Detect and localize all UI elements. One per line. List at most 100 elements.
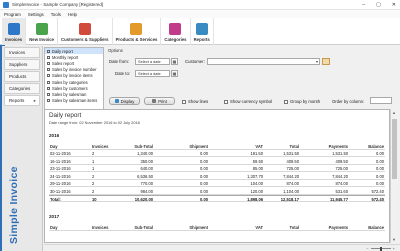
column-header: Balance <box>368 143 384 149</box>
toolbar-new-invoice-button[interactable]: New Invoice <box>26 18 59 45</box>
zoom-knob[interactable] <box>379 246 382 251</box>
close-button[interactable]: ✕ <box>392 2 396 8</box>
cell-total: 874.00 <box>286 181 299 186</box>
order-by-select[interactable] <box>370 97 392 104</box>
report-item-label: Sales by invoice items <box>52 73 93 79</box>
menu-settings[interactable]: Settings <box>28 12 44 17</box>
calendar-to-button[interactable]: ▦ <box>171 70 178 77</box>
cell-balance: 0.00 <box>376 181 384 186</box>
toolbar-label: Categories <box>164 37 187 42</box>
zoom-slider[interactable] <box>370 246 391 251</box>
date-to-input[interactable]: Select a date <box>135 70 170 77</box>
show-currency-checkbox[interactable]: Show currency symbol <box>224 99 272 104</box>
table-header: Day Invoices Sub-Total Shipment VAT Tota… <box>49 142 385 150</box>
column-header: Sub-Total <box>134 224 153 230</box>
report-table-2017: Day Invoices Sub-Total Shipment VAT Tota… <box>49 223 385 231</box>
report-item-icon <box>47 61 50 65</box>
scroll-down-icon[interactable]: ▼ <box>392 237 396 242</box>
cell-subtotal: 984.00 <box>140 188 153 194</box>
cell-invoices: 2 <box>92 188 95 194</box>
column-header: Balance <box>368 224 384 230</box>
column-header: Invoices <box>92 224 109 230</box>
report-item-icon <box>47 55 50 59</box>
nav-categories[interactable]: Categories <box>4 83 40 94</box>
toolbar-customers-button[interactable]: Customers & Suppliers <box>58 18 113 45</box>
cell-total-label: Total: <box>50 197 61 202</box>
report-actions: Display Print Show lines Show currency s… <box>106 97 400 107</box>
cell-total: 1,104.00 <box>283 188 299 194</box>
maximize-button[interactable]: ▢ <box>376 2 381 8</box>
zoom-out-icon[interactable]: − <box>366 246 368 251</box>
print-label: Print <box>158 98 167 104</box>
zoom-in-icon[interactable]: + <box>393 246 395 251</box>
print-button[interactable]: Print <box>144 97 175 105</box>
cell-day: 30-11-2016 <box>50 188 71 194</box>
show-lines-checkbox[interactable]: Show lines <box>182 99 208 104</box>
checkbox-box <box>224 99 228 104</box>
customer-lookup-button[interactable] <box>322 58 330 65</box>
customer-select[interactable]: ▾ <box>207 58 320 65</box>
options-title: Options <box>108 48 123 53</box>
cell-day: 23-11-2016 <box>50 166 71 171</box>
brand-text: Simple Invoice <box>8 166 20 244</box>
cell-subtotal: 6,536.50 <box>137 173 153 179</box>
customers-icon <box>78 23 91 35</box>
menu-bar: Program Settings Tools Help <box>0 10 400 18</box>
toolbar-invoices-button[interactable]: Invoices <box>2 18 27 45</box>
nav-reports[interactable]: Reports ▸ <box>4 95 40 106</box>
calendar-from-button[interactable]: ▦ <box>171 58 178 65</box>
cell-payments: 874.00 <box>335 181 348 186</box>
nav-suppliers[interactable]: Suppliers <box>4 59 40 70</box>
column-header: Total <box>289 224 299 230</box>
nav-invoices[interactable]: Invoices <box>4 47 40 58</box>
date-from-input[interactable]: Select a date <box>135 58 170 65</box>
report-item[interactable]: Sales by salesman items <box>45 98 103 104</box>
window-title: SimpleInvoice - Sample Company [Register… <box>12 2 104 7</box>
cell-shipment: 0.00 <box>200 181 208 186</box>
nav-products[interactable]: Products <box>4 71 40 82</box>
main-toolbar: Invoices New Invoice Customers & Supplie… <box>0 18 400 45</box>
menu-program[interactable]: Program <box>4 12 21 17</box>
toolbar-categories-button[interactable]: Categories <box>161 18 191 45</box>
report-item-icon <box>47 92 50 96</box>
report-item-icon <box>47 99 50 103</box>
table-row: 30-11-2016 2 984.00 0.00 120.00 1,104.00… <box>49 187 385 195</box>
report-scrollbar[interactable]: ▲ ▼ <box>390 109 398 243</box>
report-item-icon <box>47 80 50 84</box>
scrollbar-thumb[interactable] <box>392 119 397 179</box>
print-icon <box>152 99 157 103</box>
table-row: 23-11-2016 1 640.00 0.00 85.00 725.00 72… <box>49 165 385 172</box>
group-by-month-checkbox[interactable]: Group by month <box>284 99 320 104</box>
menu-help[interactable]: Help <box>68 12 77 17</box>
toolbar-reports-button[interactable]: Reports <box>191 18 214 45</box>
nav-label: Reports <box>9 98 25 103</box>
table-row: 16-11-2016 1 350.00 0.00 59.50 409.50 40… <box>49 157 385 165</box>
zoom-control[interactable]: − + <box>366 246 395 251</box>
cell-total: 12,518.17 <box>280 197 299 202</box>
cell-vat: 85.00 <box>252 166 263 171</box>
date-from-label: Date from: <box>109 59 130 64</box>
toolbar-products-button[interactable]: Products & Services <box>113 18 162 45</box>
calendar-icon: ▦ <box>172 71 177 76</box>
invoice-icon <box>7 23 20 35</box>
report-type-list: Daily report Monthly report Sales report… <box>44 47 104 110</box>
report-item-icon <box>47 68 50 72</box>
cell-payments: 7,844.20 <box>332 173 348 179</box>
cell-total: 725.00 <box>286 166 299 171</box>
cell-day: 29-11-2016 <box>50 181 71 186</box>
cell-payments: 725.00 <box>335 166 348 171</box>
cell-invoices: 1 <box>92 166 95 171</box>
cell-invoices: 2 <box>92 151 95 156</box>
table-header: Day Invoices Sub-Total Shipment VAT Tota… <box>49 223 385 231</box>
scroll-up-icon[interactable]: ▲ <box>392 110 396 115</box>
report-item-icon <box>47 86 50 90</box>
display-button[interactable]: Display <box>109 97 140 105</box>
minimize-button[interactable]: – <box>362 2 365 8</box>
cell-balance: 0.00 <box>376 151 384 156</box>
cell-balance: 0.00 <box>376 166 384 171</box>
toolbar-label: Products & Services <box>115 37 158 42</box>
report-item[interactable]: Sales by invoice number <box>45 67 103 73</box>
menu-tools[interactable]: Tools <box>51 12 61 17</box>
cell-day: 16-11-2016 <box>50 158 71 164</box>
cell-invoices: 2 <box>92 181 95 186</box>
